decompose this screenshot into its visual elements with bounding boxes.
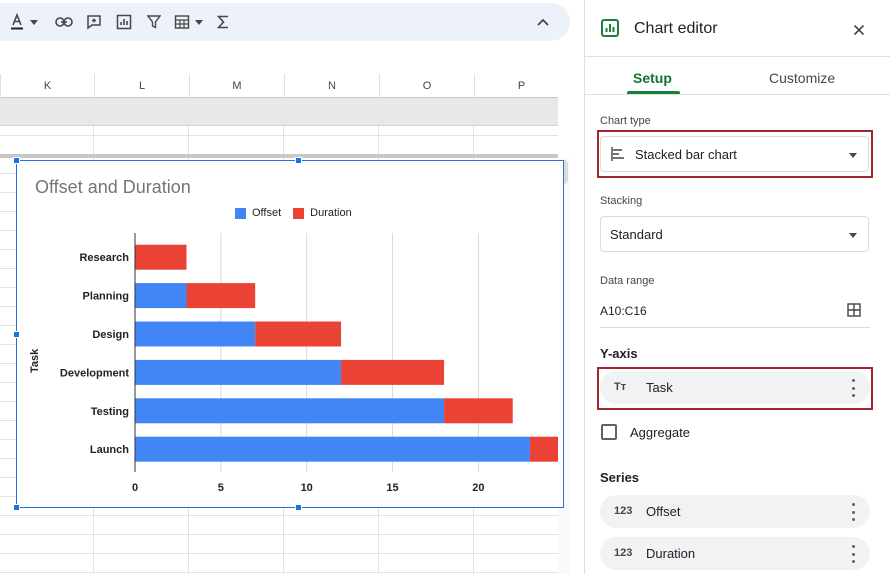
panel-header: Chart editor xyxy=(585,0,890,57)
select-range-grid-icon[interactable] xyxy=(847,303,861,322)
series-item-offset[interactable]: 123 Offset xyxy=(600,495,870,528)
chart-object[interactable]: Offset and Duration Offset Duration Task… xyxy=(13,157,564,511)
dropdown-caret-icon[interactable] xyxy=(193,3,205,41)
column-header-n[interactable]: N xyxy=(284,74,379,98)
chart-type-label: Chart type xyxy=(600,115,651,127)
bar-offset-launch[interactable] xyxy=(135,436,530,462)
y-tick-label: Launch xyxy=(90,444,129,456)
more-options-icon[interactable] xyxy=(850,545,856,563)
y-tick-label: Research xyxy=(79,252,129,264)
x-tick-label: 20 xyxy=(472,482,484,494)
data-range-underline xyxy=(600,327,870,328)
data-range-label: Data range xyxy=(600,275,655,287)
column-header-l[interactable]: L xyxy=(94,74,189,98)
resize-handle-bottom-left[interactable] xyxy=(13,504,20,511)
resize-handle-mid-left[interactable] xyxy=(13,331,20,338)
bar-duration-design[interactable] xyxy=(255,321,342,347)
x-tick-label: 15 xyxy=(386,482,398,494)
bar-duration-testing[interactable] xyxy=(444,398,513,424)
tab-setup[interactable]: Setup xyxy=(633,70,672,86)
x-tick-label: 10 xyxy=(301,482,313,494)
y-axis-section-title: Y-axis xyxy=(600,346,638,361)
y-tick-label: Planning xyxy=(83,291,129,303)
series-item-label: Offset xyxy=(646,504,681,519)
chevron-down-icon xyxy=(849,153,857,158)
dropdown-caret-icon[interactable] xyxy=(28,3,40,41)
bar-offset-development[interactable] xyxy=(135,359,342,385)
collapse-chevron-icon[interactable] xyxy=(532,3,554,41)
y-axis-item[interactable]: Tт Task xyxy=(600,371,870,404)
more-options-icon[interactable] xyxy=(850,503,856,521)
x-tick-label: 5 xyxy=(218,482,224,494)
tabs-divider xyxy=(585,94,890,95)
bar-chart-type-icon xyxy=(611,147,625,166)
resize-handle-top-mid[interactable] xyxy=(295,157,302,164)
column-header-k[interactable]: K xyxy=(0,74,94,98)
text-color-icon[interactable] xyxy=(6,3,28,41)
stacking-value: Standard xyxy=(610,227,663,242)
chart-plot-area: Research Planning Design Development Testing… xyxy=(60,233,558,494)
toolbar xyxy=(0,3,570,41)
app-root: K L M N O P Offset and Duration Offset D… xyxy=(0,0,890,574)
column-header-row: K L M N O P xyxy=(0,74,558,98)
number-type-icon: 123 xyxy=(614,505,633,517)
more-options-icon[interactable] xyxy=(850,379,856,397)
close-icon[interactable] xyxy=(849,20,869,40)
filter-icon[interactable] xyxy=(143,3,165,41)
text-type-icon: Tт xyxy=(614,381,627,393)
y-axis-item-label: Task xyxy=(646,380,673,395)
panel-title: Chart editor xyxy=(634,20,718,37)
column-header-o[interactable]: O xyxy=(379,74,474,98)
series-item-duration[interactable]: 123 Duration xyxy=(600,537,870,570)
bar-offset-planning[interactable] xyxy=(135,283,187,309)
data-range-input[interactable]: A10:C16 xyxy=(600,304,647,318)
table-view-icon[interactable] xyxy=(171,3,193,41)
chevron-down-icon xyxy=(849,233,857,238)
chart-editor-logo-icon xyxy=(601,19,619,42)
x-tick-label: 0 xyxy=(132,482,138,494)
series-section-title: Series xyxy=(600,470,640,485)
bar-duration-planning[interactable] xyxy=(186,283,256,309)
column-header-m[interactable]: M xyxy=(189,74,284,98)
y-tick-label: Design xyxy=(92,329,129,341)
chart-type-dropdown[interactable]: Stacked bar chart xyxy=(600,136,869,172)
series-item-label: Duration xyxy=(646,546,696,561)
link-icon[interactable] xyxy=(53,3,75,41)
bar-duration-development[interactable] xyxy=(341,359,445,385)
chart-type-value: Stacked bar chart xyxy=(635,147,737,162)
resize-handle-bottom-mid[interactable] xyxy=(295,504,302,511)
bar-duration-launch[interactable] xyxy=(529,436,558,462)
chart-editor-panel: Chart editor Setup Customize Chart type … xyxy=(584,0,890,574)
bar-offset-testing[interactable] xyxy=(135,398,445,424)
stacking-label: Stacking xyxy=(600,195,643,207)
chart-icon[interactable] xyxy=(113,3,135,41)
bar-offset-design[interactable] xyxy=(135,321,256,347)
chart-canvas: Offset and Duration Offset Duration Task… xyxy=(17,161,558,507)
column-header-p[interactable]: P xyxy=(474,74,568,98)
tab-customize[interactable]: Customize xyxy=(769,70,835,86)
resize-handle-top-left[interactable] xyxy=(13,157,20,164)
header-band-row xyxy=(0,98,558,126)
aggregate-checkbox[interactable] xyxy=(601,424,617,440)
bar-duration-research[interactable] xyxy=(135,244,187,270)
y-tick-label: Development xyxy=(60,367,129,379)
comment-icon[interactable] xyxy=(83,3,105,41)
sigma-icon[interactable] xyxy=(212,3,234,41)
number-type-icon: 123 xyxy=(614,547,633,559)
spreadsheet-area: K L M N O P Offset and Duration Offset D… xyxy=(0,0,572,574)
y-tick-label: Testing xyxy=(91,406,129,418)
aggregate-label: Aggregate xyxy=(630,425,690,440)
stacking-dropdown[interactable]: Standard xyxy=(600,216,869,252)
freeze-divider[interactable] xyxy=(0,154,558,158)
